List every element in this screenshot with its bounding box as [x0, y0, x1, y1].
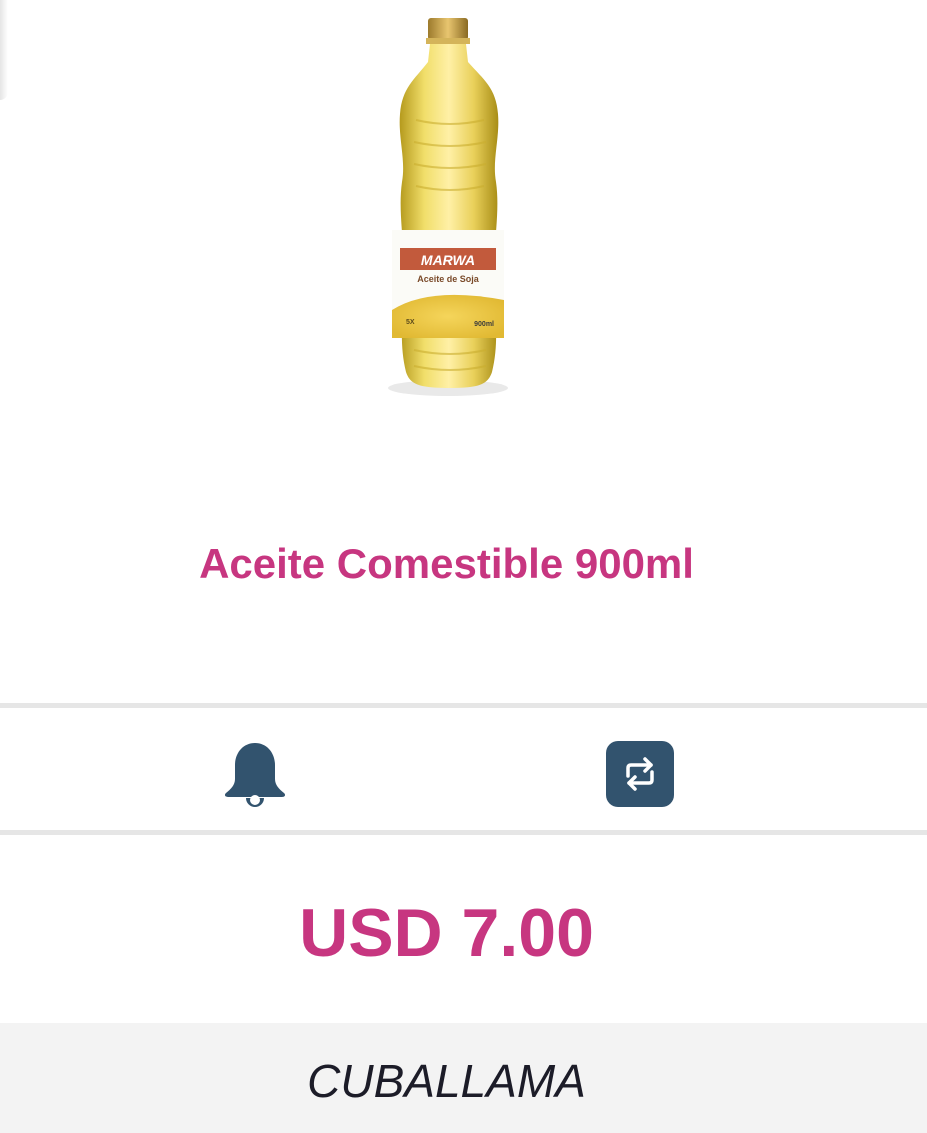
- footer: CUBALLAMA: [0, 1023, 927, 1133]
- product-title: Aceite Comestible 900ml: [199, 540, 694, 587]
- image-label-badge: 5X: [406, 319, 415, 326]
- bell-icon: [224, 743, 286, 807]
- swap-button[interactable]: [606, 741, 674, 807]
- image-label-text: Aceite de Soja: [417, 274, 480, 284]
- edge-shadow: [0, 0, 8, 100]
- product-page: MARWA Aceite de Soja 5X 900ml Aceite Com…: [0, 0, 927, 1133]
- image-label-volume: 900ml: [474, 321, 494, 328]
- swap-arrows-icon: [626, 757, 654, 791]
- notify-button[interactable]: [218, 738, 292, 812]
- product-image[interactable]: MARWA Aceite de Soja 5X 900ml: [370, 10, 530, 405]
- price-label: USD 7.00: [299, 895, 594, 971]
- store-brand: CUBALLAMA: [307, 1055, 586, 1107]
- action-bar: [0, 703, 927, 835]
- image-label-brand: MARWA: [421, 252, 475, 268]
